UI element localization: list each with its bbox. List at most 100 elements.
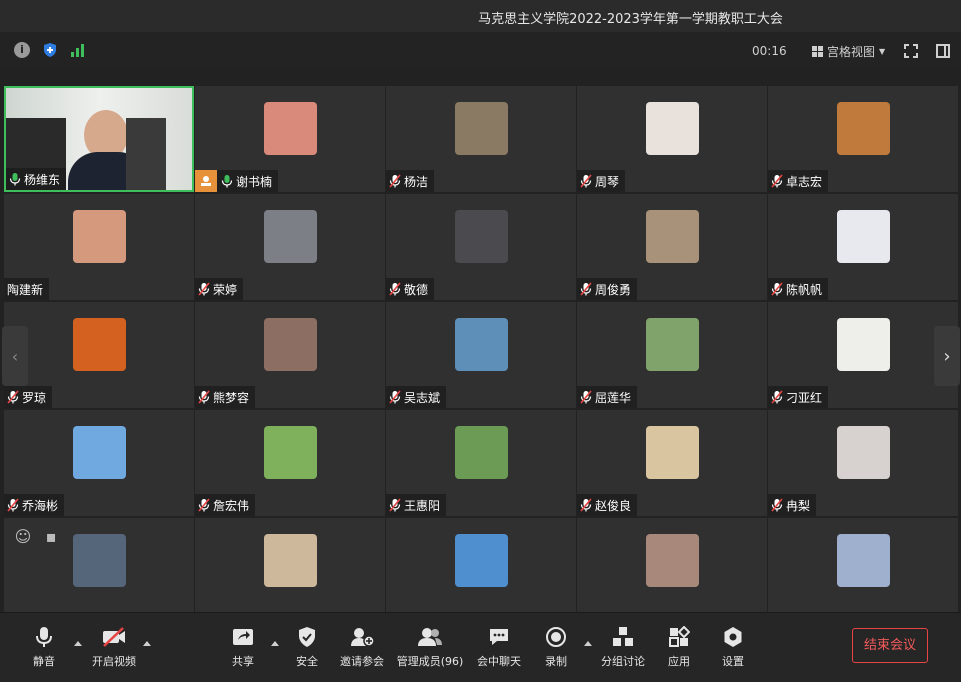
participant-avatar: [264, 318, 317, 371]
record-label: 录制: [545, 655, 567, 668]
participant-tile[interactable]: 詹宏伟: [195, 410, 385, 516]
muted-microphone-icon: [580, 498, 592, 512]
participant-name: 乔海彬: [22, 498, 59, 513]
emoji-icon[interactable]: ☺: [14, 528, 32, 546]
participant-tile[interactable]: 刁亚红: [768, 302, 958, 408]
participant-nameplate: 陈帆帆: [768, 278, 829, 300]
participant-nameplate: 刁亚红: [768, 386, 829, 408]
participant-name: 刁亚红: [786, 390, 823, 405]
participant-avatar: [455, 534, 508, 587]
participant-tile[interactable]: 陈帆帆: [768, 194, 958, 300]
chat-label: 会中聊天: [477, 655, 521, 668]
participant-tile[interactable]: 卓志宏: [768, 86, 958, 192]
muted-microphone-icon: [771, 282, 783, 296]
participant-name: 王惠阳: [404, 498, 441, 513]
muted-microphone-icon: [389, 282, 401, 296]
mute-button[interactable]: 静音: [4, 625, 84, 669]
participant-tile[interactable]: 王惠阳: [386, 410, 576, 516]
participant-avatar: [837, 318, 890, 371]
share-label: 共享: [232, 655, 254, 668]
chevron-down-icon: ▼: [879, 47, 886, 56]
mute-label: 静音: [33, 655, 55, 668]
participant-tile[interactable]: 乔海彬: [4, 410, 194, 516]
meeting-timer: 00:16: [752, 44, 787, 58]
participant-avatar: [646, 318, 699, 371]
grid-view-icon: [812, 46, 823, 57]
muted-microphone-icon: [389, 174, 401, 188]
participant-avatar: [837, 534, 890, 587]
participant-tile[interactable]: [768, 518, 958, 624]
participant-tile[interactable]: 周俊勇: [577, 194, 767, 300]
video-off-icon: [103, 627, 125, 647]
participant-nameplate: 敬德: [386, 278, 435, 300]
participant-nameplate: 卓志宏: [768, 170, 829, 192]
security-shield-icon[interactable]: [42, 42, 58, 58]
participant-name: 杨洁: [404, 174, 429, 189]
participant-name: 陈帆帆: [786, 282, 823, 297]
participant-name: 熊梦容: [213, 390, 250, 405]
manage-members-button[interactable]: 管理成员(96): [390, 625, 470, 669]
participant-avatar: [73, 318, 126, 371]
participant-tile[interactable]: [386, 518, 576, 624]
info-icon[interactable]: i: [14, 42, 30, 58]
participant-tile[interactable]: 冉梨: [768, 410, 958, 516]
next-page-button[interactable]: ›: [934, 326, 960, 386]
participant-name: 卓志宏: [786, 174, 823, 189]
sidebar-toggle-icon[interactable]: [936, 44, 950, 58]
end-meeting-button[interactable]: 结束会议: [852, 628, 928, 663]
participant-tile[interactable]: 敬德: [386, 194, 576, 300]
participant-avatar: [264, 210, 317, 263]
participant-tile[interactable]: 熊梦容: [195, 302, 385, 408]
participant-avatar: [455, 102, 508, 155]
settings-button[interactable]: 设置: [693, 625, 773, 669]
fullscreen-icon[interactable]: [904, 44, 918, 58]
participant-name: 周琴: [595, 174, 620, 189]
participant-tile[interactable]: 吴志斌: [386, 302, 576, 408]
participant-avatar: [837, 426, 890, 479]
video-options-caret[interactable]: [143, 641, 151, 646]
gallery-view-toggle[interactable]: 宫格视图 ▼: [812, 43, 885, 60]
participant-name: 冉梨: [786, 498, 811, 513]
participant-tile[interactable]: 屈莲华: [577, 302, 767, 408]
record-icon: [546, 627, 566, 647]
participant-name: 陶建新: [7, 282, 44, 297]
participant-nameplate: 周俊勇: [577, 278, 638, 300]
participant-nameplate: 荣婷: [195, 278, 244, 300]
participant-nameplate: 屈莲华: [577, 386, 638, 408]
settings-label: 设置: [722, 655, 744, 668]
participant-tile[interactable]: 杨维东: [4, 86, 194, 192]
participant-avatar: [646, 426, 699, 479]
participant-tile[interactable]: 荣婷: [195, 194, 385, 300]
participant-name: 屈莲华: [595, 390, 632, 405]
meeting-window: 马克思主义学院2022-2023学年第一学期教职工大会 i 00:16 宫格视图…: [0, 0, 961, 682]
participant-tile[interactable]: 罗琼: [4, 302, 194, 408]
chat-bubble-icon[interactable]: ▪: [42, 528, 60, 546]
participant-avatar: [455, 210, 508, 263]
share-screen-icon: [233, 629, 253, 645]
meeting-title: 马克思主义学院2022-2023学年第一学期教职工大会: [478, 12, 783, 27]
participant-nameplate: 詹宏伟: [195, 494, 256, 516]
participant-nameplate: 陶建新: [4, 278, 50, 300]
participant-tile[interactable]: 杨洁: [386, 86, 576, 192]
muted-microphone-icon: [7, 390, 19, 404]
participant-tile[interactable]: 周琴: [577, 86, 767, 192]
participant-tile[interactable]: [577, 518, 767, 624]
participant-tile[interactable]: 谢书楠: [195, 86, 385, 192]
muted-microphone-icon: [198, 498, 210, 512]
participant-nameplate: 吴志斌: [386, 386, 447, 408]
muted-microphone-icon: [198, 390, 210, 404]
muted-microphone-icon: [389, 498, 401, 512]
participant-avatar: [73, 534, 126, 587]
participant-name: 詹宏伟: [213, 498, 250, 513]
participant-tile[interactable]: 陶建新: [4, 194, 194, 300]
signal-strength-icon[interactable]: [70, 42, 86, 58]
muted-microphone-icon: [580, 282, 592, 296]
participant-tile[interactable]: 赵俊良: [577, 410, 767, 516]
muted-microphone-icon: [771, 174, 783, 188]
participant-avatar: [646, 534, 699, 587]
muted-microphone-icon: [580, 390, 592, 404]
prev-page-button[interactable]: ‹: [2, 326, 28, 386]
participant-name: 周俊勇: [595, 282, 632, 297]
participant-tile[interactable]: [195, 518, 385, 624]
start-video-button[interactable]: 开启视频: [74, 625, 154, 669]
